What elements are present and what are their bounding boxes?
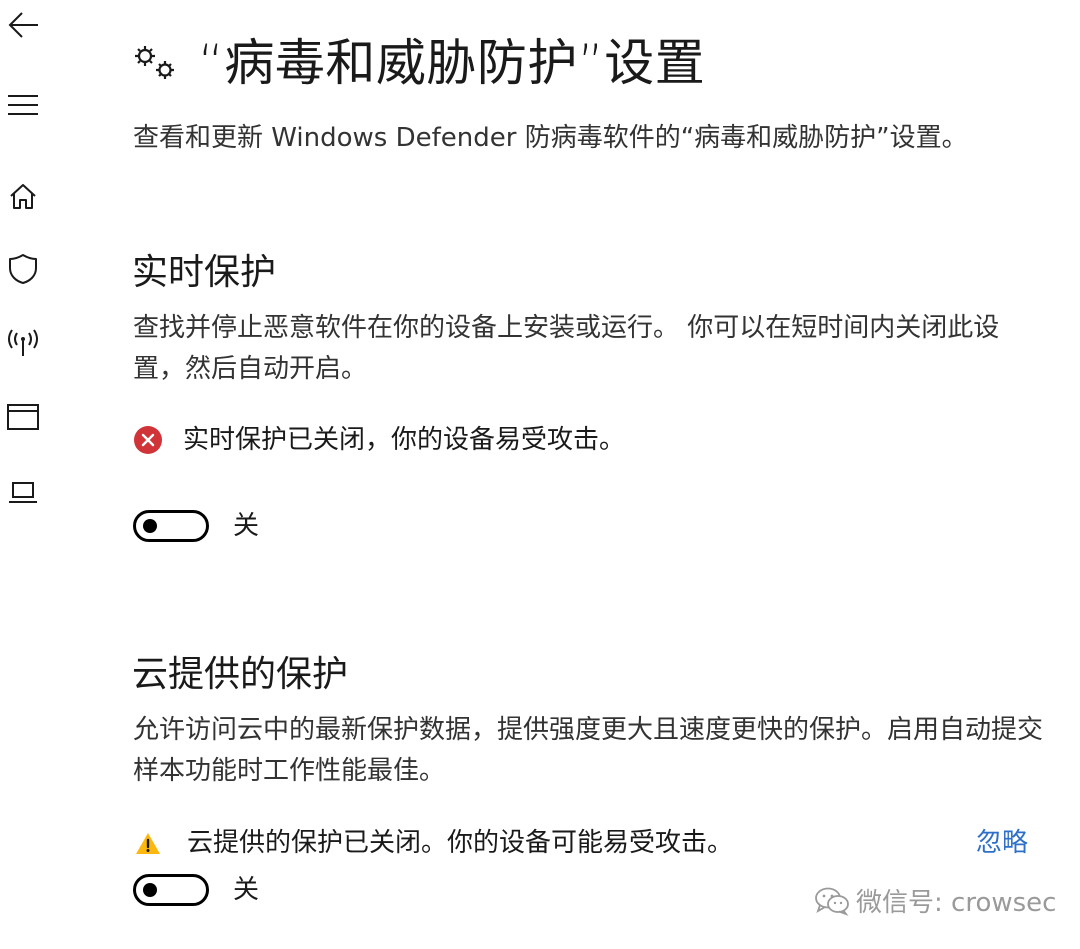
page-title-text: “病毒和威胁防护”设置 [198, 34, 706, 92]
nav-app-browser-control[interactable] [0, 394, 46, 440]
cloud-protection-description: 允许访问云中的最新保护数据，提供强度更大且速度更快的保护。启用自动提交样本功能时… [133, 715, 1044, 786]
realtime-protection-status: 实时保护已关闭，你的设备易受攻击。 [133, 420, 625, 460]
back-button[interactable] [0, 2, 46, 48]
cloud-protection-toggle[interactable] [133, 874, 209, 906]
dismiss-link[interactable]: 忽略 [976, 823, 1028, 863]
cloud-protection-toggle-label: 关 [233, 875, 260, 905]
wechat-icon [814, 886, 850, 920]
laptop-device-icon [7, 481, 39, 505]
back-arrow-icon [6, 10, 40, 40]
menu-button[interactable] [0, 82, 46, 128]
error-circle-icon [133, 425, 183, 455]
shield-icon [8, 253, 38, 285]
realtime-protection-toggle-label: 关 [233, 511, 260, 541]
app-browser-window-icon [7, 404, 39, 430]
realtime-protection-toggle-row: 关 [133, 506, 259, 546]
realtime-protection-toggle[interactable] [133, 510, 209, 542]
gears-icon [132, 43, 178, 83]
nav-virus-protection[interactable] [0, 246, 46, 292]
side-navigation [0, 0, 48, 949]
nav-home[interactable] [0, 173, 46, 219]
page-title: “病毒和威胁防护”设置 [132, 28, 705, 98]
warning-triangle-icon [133, 829, 187, 857]
nav-device-security[interactable] [0, 470, 46, 516]
watermark-text: 微信号: crowsec [856, 888, 1057, 918]
realtime-protection-status-text: 实时保护已关闭，你的设备易受攻击。 [183, 425, 626, 455]
toggle-knob [143, 883, 157, 897]
wireless-antenna-icon [7, 328, 39, 358]
hamburger-menu-icon [7, 94, 39, 116]
cloud-protection-toggle-row: 关 [133, 870, 259, 910]
realtime-protection-heading: 实时保护 [132, 252, 277, 293]
watermark: 微信号: crowsec [814, 884, 1056, 922]
cloud-protection-status: 云提供的保护已关闭。你的设备可能易受攻击。 [133, 823, 733, 863]
cloud-protection-status-text: 云提供的保护已关闭。你的设备可能易受攻击。 [187, 828, 734, 858]
nav-firewall-network[interactable] [0, 320, 46, 366]
cloud-protection-heading: 云提供的保护 [132, 654, 349, 695]
toggle-knob [143, 519, 157, 533]
page-subtitle: 查看和更新 Windows Defender 防病毒软件的“病毒和威胁防护”设置… [133, 123, 968, 153]
realtime-protection-description: 查找并停止恶意软件在你的设备上安装或运行。 你可以在短时间内关闭此设置，然后自动… [133, 313, 1000, 384]
home-icon [9, 182, 37, 210]
